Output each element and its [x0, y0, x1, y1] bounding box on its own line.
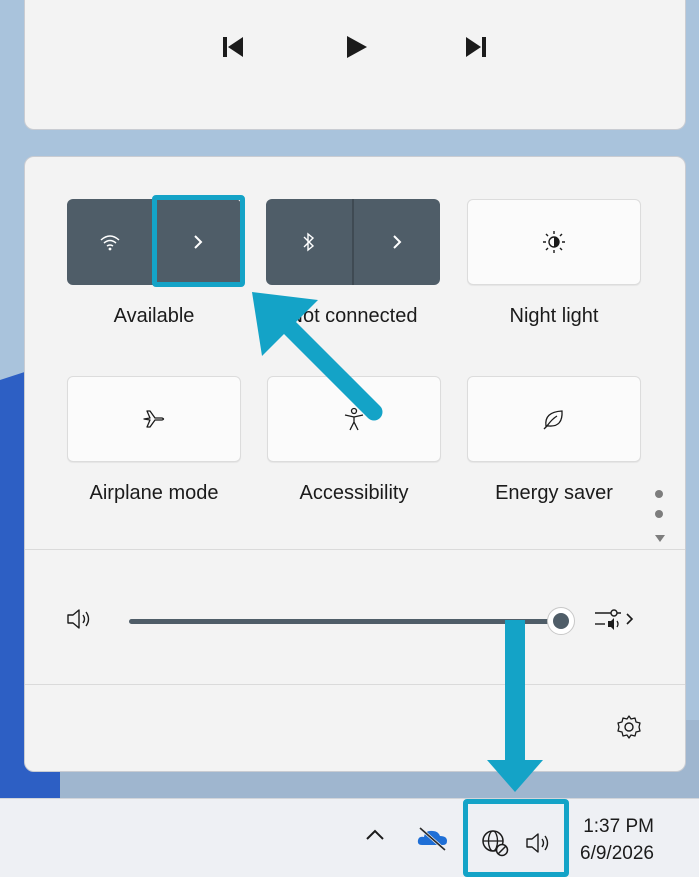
previous-track-button[interactable] — [215, 29, 251, 65]
caret-down-icon[interactable] — [655, 535, 665, 543]
page-indicator[interactable] — [655, 490, 665, 548]
taskbar: 1:37 PM 6/9/2026 — [0, 798, 699, 877]
previous-track-icon — [223, 37, 243, 57]
onedrive-offline-icon — [417, 826, 447, 851]
bluetooth-expand-button[interactable] — [354, 199, 440, 285]
network-globe-icon-wrap — [480, 828, 510, 858]
speaker-icon — [526, 833, 549, 853]
night-light-label: Night light — [509, 305, 599, 327]
volume-mute-button[interactable] — [65, 606, 95, 637]
clock-time: 1:37 PM — [583, 816, 654, 837]
next-track-icon — [466, 37, 486, 57]
wifi-label: Available — [113, 305, 195, 327]
volume-tray-icon-wrap — [524, 830, 554, 856]
wifi-icon — [100, 235, 120, 251]
audio-output-button[interactable] — [593, 605, 635, 633]
network-globe-icon — [482, 830, 509, 857]
gear-icon — [617, 715, 641, 739]
airplane-mode-tile[interactable] — [67, 376, 241, 462]
show-hidden-icons-button[interactable] — [364, 827, 386, 843]
volume-slider-thumb[interactable] — [547, 607, 575, 635]
wifi-expand-highlight — [152, 195, 245, 287]
chevron-up-icon — [366, 829, 384, 840]
network-volume-tray-button[interactable] — [463, 799, 569, 877]
accessibility-label: Accessibility — [299, 482, 409, 504]
wifi-toggle-button[interactable] — [67, 199, 153, 285]
media-controls-card — [24, 0, 686, 130]
bluetooth-tile — [266, 199, 440, 285]
clock-date: 6/9/2026 — [580, 843, 654, 864]
accessibility-icon — [344, 407, 364, 431]
volume-slider-track[interactable] — [129, 619, 559, 624]
section-divider — [25, 549, 685, 550]
footer-divider — [25, 684, 685, 685]
page-dot-2[interactable] — [655, 510, 663, 518]
bluetooth-icon — [303, 232, 315, 252]
quick-settings-panel: Available Not connected Night light Airp… — [24, 156, 686, 772]
airplane-mode-label: Airplane mode — [89, 482, 219, 504]
page-dot-1[interactable] — [655, 490, 663, 498]
play-icon — [347, 36, 367, 58]
audio-output-icon — [595, 609, 621, 630]
onedrive-button[interactable] — [416, 825, 450, 851]
next-track-button[interactable] — [458, 29, 494, 65]
night-light-tile[interactable] — [467, 199, 641, 285]
bluetooth-label: Not connected — [288, 305, 418, 327]
bluetooth-toggle-button[interactable] — [266, 199, 352, 285]
energy-saver-tile[interactable] — [467, 376, 641, 462]
play-button[interactable] — [338, 29, 374, 65]
energy-saver-label: Energy saver — [495, 482, 613, 504]
settings-button[interactable] — [615, 713, 643, 746]
clock-button[interactable]: 1:37 PM 6/9/2026 — [580, 813, 654, 867]
chevron-right-icon — [393, 235, 402, 249]
chevron-right-icon — [626, 613, 634, 625]
leaf-icon — [543, 410, 563, 430]
airplane-icon — [143, 410, 165, 428]
speaker-icon — [67, 609, 90, 629]
accessibility-tile[interactable] — [267, 376, 441, 462]
brightness-icon — [543, 231, 565, 253]
